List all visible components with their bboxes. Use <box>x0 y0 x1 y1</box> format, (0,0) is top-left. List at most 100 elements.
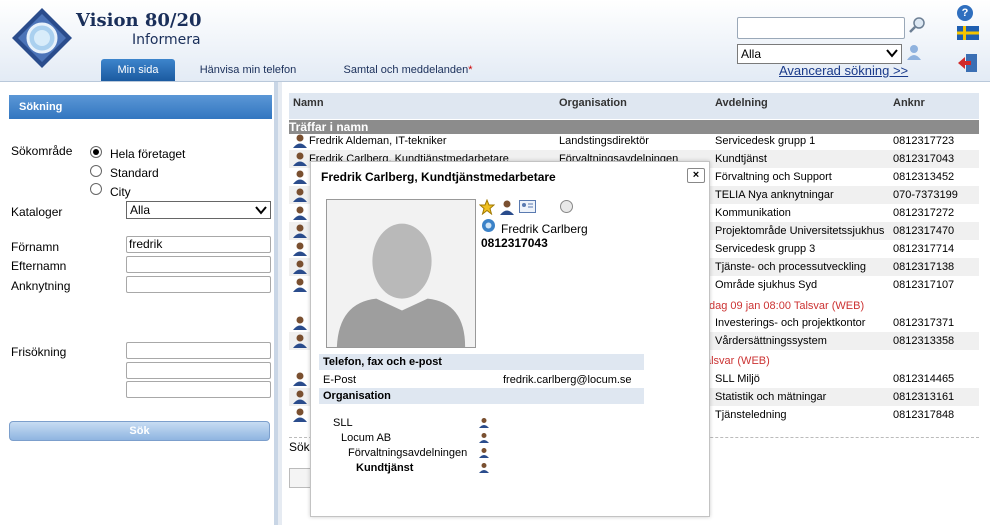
logo-icon <box>12 8 72 68</box>
frisokning-label: Frisökning <box>11 345 67 359</box>
cell-dept: SLL Miljö <box>715 373 760 385</box>
tab-hanvisa-telefon[interactable]: Hänvisa min telefon <box>190 59 306 81</box>
tab-min-sida[interactable]: Min sida <box>101 59 175 81</box>
efternamn-label: Efternamn <box>11 259 67 273</box>
person-icon <box>293 316 307 330</box>
person-icon <box>293 242 307 256</box>
profile-photo-placeholder <box>326 199 476 348</box>
email-value[interactable]: fredrik.carlberg@locum.se <box>503 374 632 386</box>
person-icon[interactable] <box>479 417 489 428</box>
search-input[interactable] <box>737 17 905 39</box>
kataloger-label: Kataloger <box>11 205 63 219</box>
search-button[interactable]: Sök <box>9 421 270 441</box>
org-tree-item-current[interactable]: Kundtjänst <box>356 462 413 474</box>
popup-phone-number[interactable]: 0812317043 <box>481 236 548 250</box>
vcard-icon[interactable] <box>519 200 536 213</box>
cell-dept: TELIA Nya anknytningar <box>715 189 834 201</box>
card-icon[interactable] <box>289 468 311 488</box>
user-icon[interactable] <box>906 44 922 60</box>
cell-dept: Statistik och mätningar <box>715 391 827 403</box>
app-title: Vision 80/20 <box>76 10 202 31</box>
person-icon <box>293 260 307 274</box>
swedish-flag-icon[interactable] <box>957 26 979 40</box>
search-icon[interactable] <box>907 15 927 35</box>
cell-ext: 0812317371 <box>893 317 955 329</box>
info-icon[interactable] <box>481 218 496 233</box>
cell-ext: 0812313452 <box>893 171 955 183</box>
app-subtitle: Informera <box>132 32 201 48</box>
close-button[interactable]: × <box>687 168 705 183</box>
col-anknr[interactable]: Anknr <box>893 97 925 109</box>
cell-dept: Tjänsteledning <box>715 409 787 421</box>
person-icon <box>293 278 307 292</box>
cell-org: Landstingsdirektör <box>559 135 649 147</box>
cell-dept: Vårdersättningssystem <box>715 335 827 347</box>
org-tree-item[interactable]: Förvaltningsavdelningen <box>348 447 467 459</box>
cell-ext: 0812313161 <box>893 391 955 403</box>
star-icon[interactable] <box>479 199 495 215</box>
popup-title: Fredrik Carlberg, Kundtjänstmedarbetare <box>321 170 556 184</box>
person-icon <box>293 390 307 404</box>
cell-ext: 0812317272 <box>893 207 955 219</box>
cell-ext: 0812313358 <box>893 335 955 347</box>
table-row[interactable]: Fredrik Aldeman, IT-tekniker Landstingsd… <box>289 132 979 150</box>
person-icon <box>293 134 307 148</box>
person-icon[interactable] <box>479 462 489 473</box>
cell-dept: Kommunikation <box>715 207 791 219</box>
scope-select[interactable]: Alla <box>737 44 902 64</box>
tab-samtal-label: Samtal och meddelanden <box>343 64 469 76</box>
col-avdelning[interactable]: Avdelning <box>715 97 768 109</box>
org-tree-item[interactable]: Locum AB <box>341 432 391 444</box>
anknytning-label: Anknytning <box>11 279 71 293</box>
cell-ext: 070-7373199 <box>893 189 958 201</box>
cell-dept: Förvaltning och Support <box>715 171 832 183</box>
logout-icon[interactable] <box>957 52 979 74</box>
efternamn-field[interactable] <box>126 256 271 273</box>
anknytning-field[interactable] <box>126 276 271 293</box>
cell-name[interactable]: Fredrik Aldeman, IT-tekniker <box>309 135 447 147</box>
person-icon[interactable] <box>479 447 489 458</box>
col-namn[interactable]: Namn <box>293 97 324 109</box>
frisokning-field-1[interactable] <box>126 342 271 359</box>
cell-ext: 0812317107 <box>893 279 955 291</box>
fornamn-field[interactable]: fredrik <box>126 236 271 253</box>
cell-ext: 0812317714 <box>893 243 955 255</box>
radio-standard[interactable] <box>90 165 102 177</box>
col-organisation[interactable]: Organisation <box>559 97 627 109</box>
person-icon <box>293 372 307 386</box>
radio-city-label: City <box>110 185 131 199</box>
contact-section-header: Telefon, fax och e-post <box>319 354 644 370</box>
person-icon <box>293 206 307 220</box>
frisokning-field-2[interactable] <box>126 362 271 379</box>
help-icon[interactable]: ? <box>957 5 973 21</box>
kataloger-select[interactable]: Alla <box>126 201 271 219</box>
cell-ext: 0812317723 <box>893 135 955 147</box>
person-icon <box>293 188 307 202</box>
cell-ext: 0812317848 <box>893 409 955 421</box>
person-icon[interactable] <box>479 432 489 443</box>
table-header: Namn Organisation Avdelning Anknr <box>289 93 979 119</box>
org-section-header: Organisation <box>319 388 644 404</box>
fornamn-label: Förnamn <box>11 240 60 254</box>
radio-city[interactable] <box>90 183 102 195</box>
cell-dept: Område sjukhus Syd <box>715 279 818 291</box>
search-area-label: Sökområde <box>11 144 73 158</box>
cell-ext: 0812317470 <box>893 225 955 237</box>
person-icon <box>293 334 307 348</box>
radio-hela-foretaget[interactable] <box>90 146 102 158</box>
scope-value: Alla <box>741 47 762 61</box>
person-popup: Fredrik Carlberg, Kundtjänstmedarbetare … <box>310 161 710 517</box>
radio-hela-foretaget-label: Hela företaget <box>110 147 186 161</box>
person-icon[interactable] <box>499 199 515 215</box>
email-label: E-Post <box>323 374 357 386</box>
tab-samtal-meddelanden[interactable]: Samtal och meddelanden* <box>336 59 480 81</box>
person-icon <box>293 170 307 184</box>
frisokning-field-3[interactable] <box>126 381 271 398</box>
sok-label: Sök <box>289 440 310 454</box>
status-notice: dag 09 jan 08:00 Talsvar (WEB) <box>709 300 865 312</box>
advanced-search-link[interactable]: Avancerad sökning >> <box>779 63 908 78</box>
org-tree-item[interactable]: SLL <box>333 417 353 429</box>
unread-star: * <box>468 64 473 76</box>
search-panel-header: Sökning <box>9 95 272 119</box>
cell-dept: Kundtjänst <box>715 153 767 165</box>
